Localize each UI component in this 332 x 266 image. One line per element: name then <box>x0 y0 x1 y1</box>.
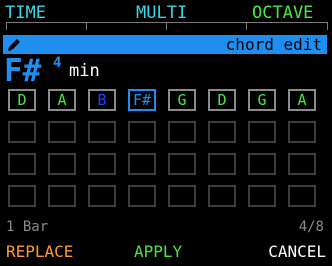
chord-root: F# <box>4 53 42 89</box>
empty-step-cell[interactable] <box>48 153 76 175</box>
step-cell[interactable]: G <box>248 89 276 111</box>
step-cell[interactable]: A <box>288 89 316 111</box>
cancel-button[interactable]: CANCEL <box>268 243 326 261</box>
empty-step-cell[interactable] <box>88 121 116 143</box>
step-cell[interactable]: G <box>168 89 196 111</box>
empty-step-cell[interactable] <box>128 121 156 143</box>
empty-step-cell[interactable] <box>168 121 196 143</box>
empty-step-cell[interactable] <box>128 153 156 175</box>
empty-step-cell[interactable] <box>248 153 276 175</box>
empty-step-cell[interactable] <box>48 185 76 207</box>
length-label: 1 Bar <box>6 219 49 235</box>
empty-step-cell[interactable] <box>248 185 276 207</box>
empty-step-cell[interactable] <box>208 153 236 175</box>
empty-step-cell[interactable] <box>288 153 316 175</box>
octave-tab[interactable]: OCTAVE <box>252 3 313 23</box>
screen-title: chord edit <box>225 35 322 54</box>
apply-button[interactable]: APPLY <box>134 243 182 261</box>
time-tab[interactable]: TIME <box>5 3 46 23</box>
step-cell[interactable]: F# <box>128 89 156 111</box>
empty-step-cell[interactable] <box>208 185 236 207</box>
multi-tab[interactable]: MULTI <box>136 3 187 23</box>
empty-step-cell[interactable] <box>8 153 36 175</box>
step-cell[interactable]: A <box>48 89 76 111</box>
empty-step-cell[interactable] <box>128 185 156 207</box>
empty-step-cell[interactable] <box>288 121 316 143</box>
empty-step-cell[interactable] <box>288 185 316 207</box>
empty-step-cell[interactable] <box>8 185 36 207</box>
empty-step-cell[interactable] <box>8 121 36 143</box>
pencil-icon <box>8 39 20 51</box>
step-cell[interactable]: D <box>208 89 236 111</box>
replace-button[interactable]: REPLACE <box>6 243 73 261</box>
step-cell[interactable]: D <box>8 89 36 111</box>
page-indicator: 4/8 <box>298 219 324 235</box>
empty-step-cell[interactable] <box>88 153 116 175</box>
empty-step-cell[interactable] <box>168 185 196 207</box>
step-cell[interactable]: B <box>88 89 116 111</box>
empty-step-cell[interactable] <box>168 153 196 175</box>
chord-octave: 4 <box>53 55 62 71</box>
empty-step-cell[interactable] <box>48 121 76 143</box>
chord-quality: min <box>69 61 100 81</box>
empty-step-cell[interactable] <box>208 121 236 143</box>
empty-step-cell[interactable] <box>88 185 116 207</box>
empty-step-cell[interactable] <box>248 121 276 143</box>
timeline-ruler <box>6 22 328 32</box>
